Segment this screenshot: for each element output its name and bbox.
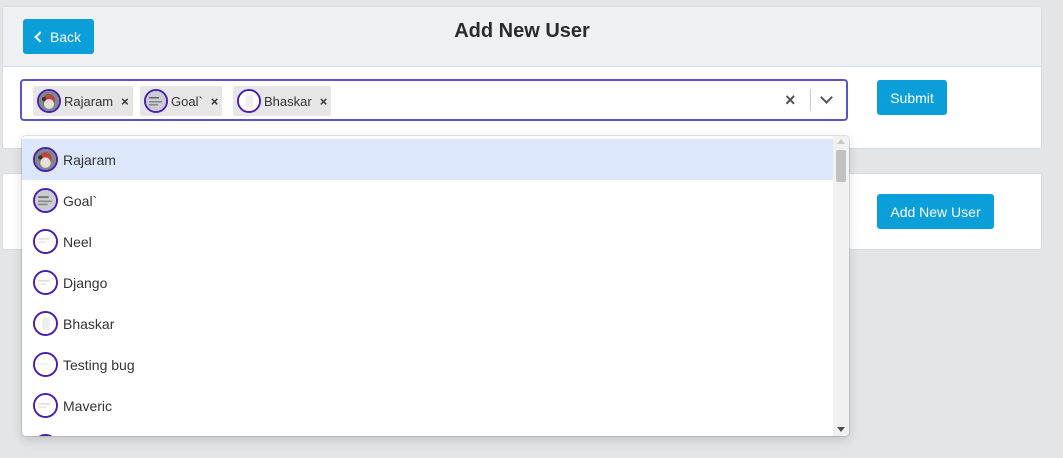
testing-bug-avatar-icon bbox=[33, 352, 58, 377]
option-maveric[interactable]: Maveric bbox=[22, 385, 833, 426]
user-multiselect[interactable]: Rajaram × Goal` × Bhaskar × × bbox=[20, 79, 848, 121]
clear-all-icon[interactable]: × bbox=[785, 89, 796, 111]
indicator-separator bbox=[810, 89, 811, 111]
option-label: Rajaram bbox=[63, 151, 116, 168]
option-label: Bhaskar bbox=[63, 315, 115, 332]
option-neel[interactable]: Neel bbox=[22, 221, 833, 262]
card-header: Back Add New User bbox=[3, 7, 1041, 67]
rajaram-avatar-icon bbox=[37, 89, 61, 113]
selected-chip-goal: Goal` × bbox=[140, 86, 223, 116]
scroll-down-arrow-icon[interactable] bbox=[837, 427, 845, 432]
chip-remove-icon[interactable]: × bbox=[320, 94, 328, 109]
chip-remove-icon[interactable]: × bbox=[121, 94, 129, 109]
dropdown-scrollbar[interactable] bbox=[833, 136, 849, 436]
add-new-user-button[interactable]: Add New User bbox=[877, 194, 994, 229]
option-django[interactable]: Django bbox=[22, 262, 833, 303]
option-label: Neel bbox=[63, 233, 92, 250]
rajaram-avatar-icon bbox=[33, 147, 58, 172]
chip-label: Bhaskar bbox=[264, 93, 312, 109]
bhaskar-avatar-icon bbox=[33, 311, 58, 336]
maveric-avatar-icon bbox=[33, 393, 58, 418]
selected-chip-rajaram: Rajaram × bbox=[33, 86, 133, 116]
dropdown-menu: Rajaram Goal` Neel Django Bhaskar Testin… bbox=[22, 136, 849, 436]
option-label: Testing bug bbox=[63, 356, 135, 373]
scroll-thumb[interactable] bbox=[836, 150, 846, 182]
goal-avatar-icon bbox=[33, 188, 58, 213]
scroll-up-arrow-icon[interactable] bbox=[837, 139, 845, 144]
page-title: Add New User bbox=[454, 20, 590, 42]
submit-button[interactable]: Submit bbox=[877, 80, 947, 115]
option-testing-bug[interactable]: Testing bug bbox=[22, 344, 833, 385]
selected-chip-bhaskar: Bhaskar × bbox=[233, 86, 332, 116]
goal-avatar-icon bbox=[144, 89, 168, 113]
neel-avatar-icon bbox=[33, 229, 58, 254]
option-label: Goal` bbox=[63, 192, 98, 209]
add-user-card: Back Add New User bbox=[2, 6, 1042, 149]
option-label: Maveric bbox=[63, 397, 113, 414]
option-partial[interactable] bbox=[22, 426, 833, 436]
chip-label: Rajaram bbox=[64, 93, 114, 109]
option-goal[interactable]: Goal` bbox=[22, 180, 833, 221]
chip-remove-icon[interactable]: × bbox=[211, 94, 219, 109]
django-avatar-icon bbox=[33, 270, 58, 295]
chevron-down-icon[interactable] bbox=[820, 91, 833, 104]
user-avatar-icon bbox=[33, 434, 58, 436]
chip-label: Goal` bbox=[171, 93, 203, 109]
option-bhaskar[interactable]: Bhaskar bbox=[22, 303, 833, 344]
option-label: Django bbox=[63, 274, 108, 291]
option-rajaram[interactable]: Rajaram bbox=[22, 139, 833, 180]
bhaskar-avatar-icon bbox=[237, 89, 261, 113]
